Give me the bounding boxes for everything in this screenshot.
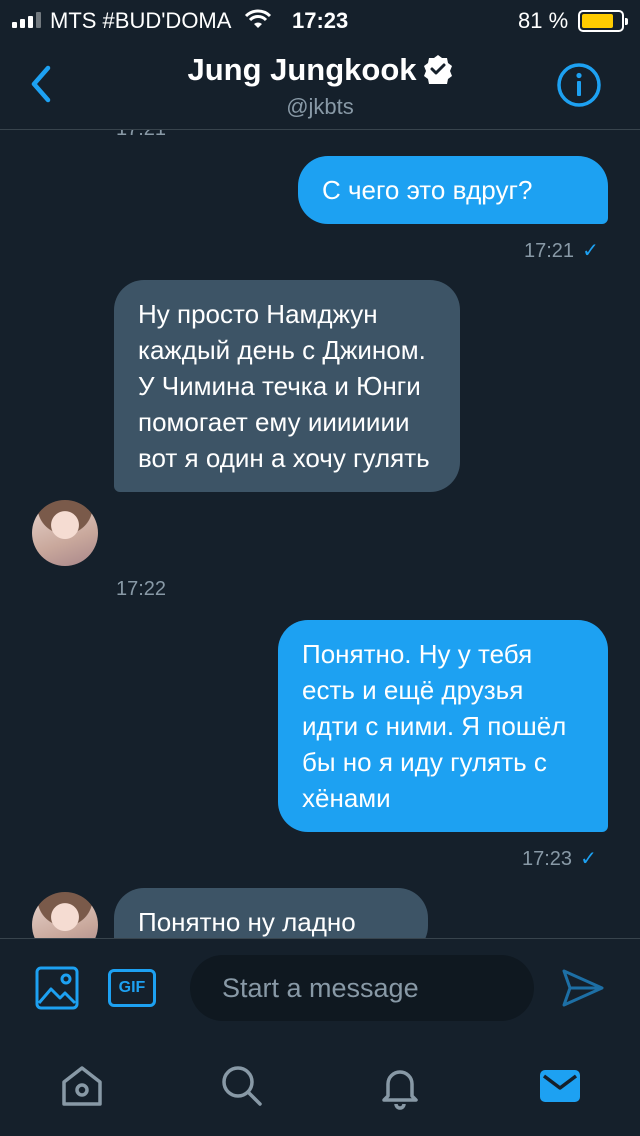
status-bar: MTS #BUD'DOMA 17:23 81 % (0, 0, 640, 40)
read-receipt-icon: ✓ (580, 848, 597, 870)
info-icon[interactable] (556, 62, 602, 108)
contact-handle: @jkbts (286, 94, 354, 119)
message-thread[interactable]: 17:21 С чего это вдруг? 17:21 ✓ Ну просто… (0, 130, 640, 938)
message-input[interactable] (190, 955, 534, 1021)
carrier-name: MTS #BUD'DOMA (50, 8, 232, 33)
gif-button[interactable]: GIF (108, 969, 156, 1007)
battery-icon (578, 10, 628, 32)
cellular-signal-icon (12, 12, 41, 28)
message-timestamp: 17:22 (116, 578, 167, 600)
outgoing-message[interactable]: Понятно. Ну у тебя есть и ещё друзья идт… (278, 620, 608, 832)
incoming-message[interactable]: Понятно ну ладно (114, 888, 428, 938)
contact-avatar[interactable] (32, 500, 98, 566)
image-icon[interactable] (34, 965, 80, 1011)
read-receipt-icon: ✓ (582, 240, 599, 262)
wifi-icon (244, 9, 272, 28)
bottom-tab-bar (0, 1038, 640, 1136)
incoming-message[interactable]: Ну просто Намджун каждый день с Джином. … (114, 280, 460, 492)
status-time: 17:23 (292, 8, 349, 33)
contact-name: Jung Jungkook (187, 52, 417, 87)
conversation-title[interactable]: Jung Jungkook (0, 52, 640, 88)
mail-icon[interactable] (536, 1062, 584, 1110)
message-meta: 17:23 ✓ (522, 846, 597, 871)
message-timestamp: 17:23 (522, 848, 573, 870)
message-timestamp: 17:21 (524, 240, 575, 262)
verified-badge-icon (423, 55, 452, 84)
message-timestamp: 17:21 (116, 130, 166, 141)
message-meta: 17:21 ✓ (524, 238, 599, 263)
conversation-header: Jung Jungkook @jkbts (0, 40, 640, 130)
home-icon[interactable] (58, 1062, 106, 1110)
search-icon[interactable] (218, 1062, 266, 1110)
outgoing-message[interactable]: С чего это вдруг? (298, 156, 608, 224)
notifications-bell-icon[interactable] (376, 1062, 424, 1110)
contact-avatar[interactable] (32, 892, 98, 938)
battery-percent: 81 % (518, 8, 569, 33)
send-icon[interactable] (560, 965, 606, 1011)
message-composer: GIF (0, 938, 640, 1038)
